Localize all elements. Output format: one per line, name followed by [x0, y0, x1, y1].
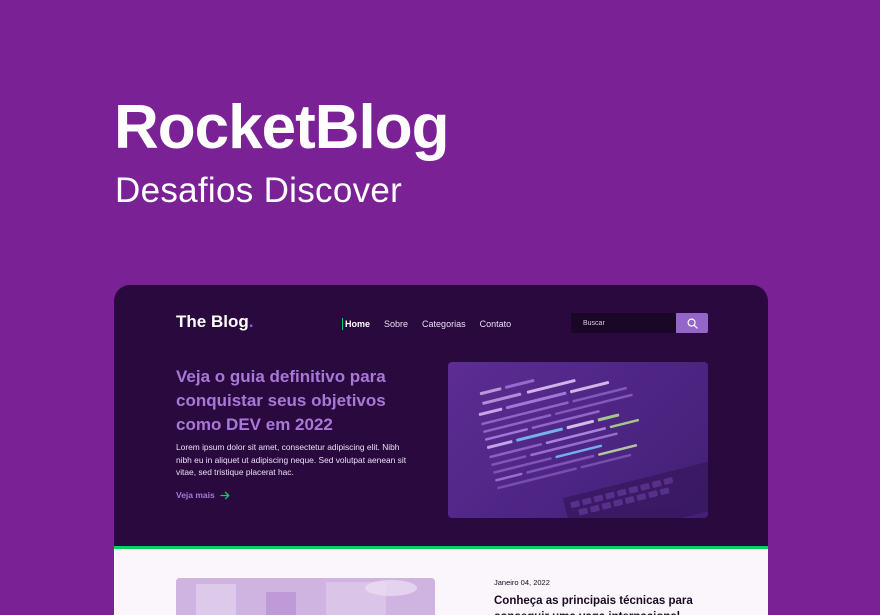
blog-logo-text: The Blog — [176, 312, 249, 331]
nav-contato[interactable]: Contato — [480, 318, 512, 330]
post-date: Janeiro 04, 2022 — [494, 578, 550, 587]
post-thumbnail[interactable] — [176, 578, 435, 615]
featured-description: Lorem ipsum dolor sit amet, consectetur … — [176, 442, 407, 477]
nav-home[interactable]: Home — [342, 318, 370, 330]
read-more-link[interactable]: Veja mais — [176, 490, 230, 500]
search-icon — [687, 318, 698, 329]
hero-title: RocketBlog — [114, 93, 449, 162]
post-title[interactable]: Conheça as principais técnicas para cons… — [494, 593, 714, 615]
search-button[interactable] — [676, 313, 708, 333]
blog-logo[interactable]: The Blog. — [176, 312, 253, 332]
arrow-right-icon — [220, 491, 230, 499]
hero-subtitle: Desafios Discover — [115, 171, 403, 210]
main-nav: Home Sobre Categorias Contato — [342, 318, 511, 330]
featured-image[interactable] — [448, 362, 708, 518]
read-more-label: Veja mais — [176, 490, 215, 500]
search-bar — [571, 313, 708, 334]
search-input[interactable] — [571, 313, 676, 333]
nav-sobre[interactable]: Sobre — [384, 318, 408, 330]
posts-section: Janeiro 04, 2022 Conheça as principais t… — [114, 549, 768, 615]
nav-categorias[interactable]: Categorias — [422, 318, 466, 330]
blog-logo-dot: . — [248, 312, 254, 331]
code-screen-illustration — [448, 362, 708, 518]
blog-mockup: The Blog. Home Sobre Categorias Contato … — [114, 285, 768, 615]
featured-headline[interactable]: Veja o guia definitivo para conquistar s… — [176, 365, 416, 437]
office-photo-illustration — [176, 578, 435, 615]
